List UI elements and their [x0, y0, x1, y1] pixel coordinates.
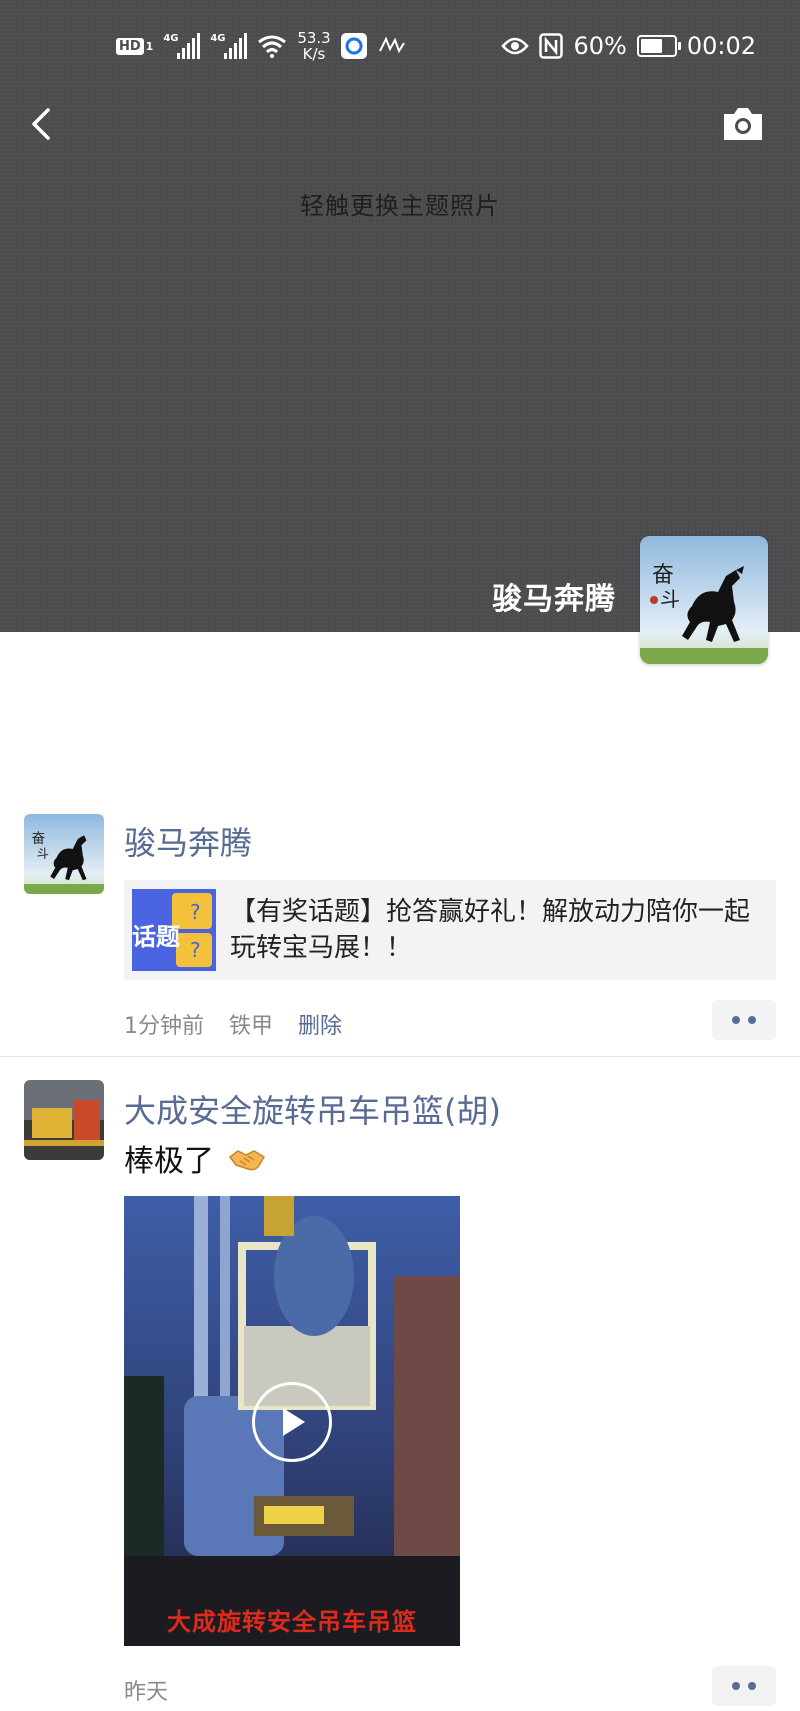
share-thumbnail: ? ? 话题	[132, 889, 216, 971]
post-avatar[interactable]: 奋 斗	[24, 814, 104, 894]
svg-text:斗: 斗	[660, 587, 680, 611]
svg-text:?: ?	[190, 900, 201, 924]
play-icon	[283, 1408, 305, 1436]
post-text-content: 棒极了	[124, 1144, 214, 1179]
signal-icon: 4G	[210, 33, 248, 59]
post-divider	[0, 1056, 800, 1057]
share-thumb-text: 话题	[132, 923, 180, 951]
post-author[interactable]: 大成安全旋转吊车吊篮(胡)	[124, 1086, 501, 1132]
delete-link[interactable]: 删除	[298, 1014, 342, 1039]
battery-percent: 60%	[573, 32, 627, 60]
status-left: HD 1 4G 4G 53.3 K/s	[116, 26, 407, 66]
hd-indicator: HD 1	[116, 37, 154, 55]
speed-unit: K/s	[302, 45, 326, 63]
post-avatar[interactable]	[24, 1080, 104, 1160]
shared-link-card[interactable]: ? ? 话题 【有奖话题】抢答赢好礼！解放动力陪你一起玩转宝马展！！	[124, 880, 776, 980]
wifi-icon	[258, 35, 287, 58]
svg-text:斗: 斗	[37, 846, 50, 861]
hd-label: HD	[116, 37, 144, 55]
nfc-icon	[539, 33, 564, 59]
post-author[interactable]: 骏马奔腾	[124, 818, 252, 864]
eye-comfort-icon	[501, 37, 530, 55]
handshake-emoji-icon	[228, 1150, 265, 1171]
status-bar: HD 1 4G 4G 53.3 K/s 60% 00:02	[0, 0, 800, 92]
sim-number: 1	[145, 39, 154, 53]
back-button[interactable]	[24, 100, 60, 148]
profile-avatar[interactable]: 奋 斗	[640, 536, 768, 664]
svg-text:奋: 奋	[32, 831, 46, 847]
battery-icon	[636, 35, 681, 57]
post-actions-button[interactable]	[712, 1000, 776, 1040]
chevron-left-icon	[32, 108, 50, 140]
svg-text:奋: 奋	[652, 563, 674, 588]
camera-icon	[724, 108, 762, 140]
post-time: 昨天	[124, 1680, 169, 1705]
post-meta: 1分钟前 铁甲 删除	[124, 1008, 360, 1040]
horse-avatar-image: 奋 斗	[640, 536, 768, 664]
post-text: 棒极了	[124, 1136, 266, 1180]
post-meta: 昨天	[124, 1674, 186, 1706]
post-time: 1分钟前	[124, 1014, 204, 1039]
app-notification-icon	[340, 33, 367, 59]
play-button[interactable]	[252, 1382, 332, 1462]
crane-avatar-image	[24, 1080, 104, 1160]
profile-name: 骏马奔腾	[492, 582, 616, 617]
video-thumbnail[interactable]: 大成旋转安全吊车吊篮	[124, 1196, 460, 1646]
post-actions-button[interactable]	[712, 1666, 776, 1706]
svg-text:?: ?	[190, 938, 201, 962]
change-cover-hint[interactable]: 轻触更换主题照片	[0, 186, 800, 221]
signal-icon: 4G	[163, 33, 201, 59]
moments-page: HD 1 4G 4G 53.3 K/s 60% 00:02 轻触更换主题照片 骏…	[0, 0, 800, 1711]
clock: 00:02	[686, 32, 756, 60]
study-app-icon	[378, 36, 405, 54]
horse-avatar-image: 奋 斗	[24, 814, 104, 894]
status-right: 60% 00:02	[501, 26, 756, 66]
network-type-label: 4G	[210, 33, 226, 44]
video-caption: 大成旋转安全吊车吊篮	[167, 1608, 417, 1636]
camera-button[interactable]	[720, 104, 766, 144]
network-type-label: 4G	[163, 33, 179, 44]
network-speed: 53.3 K/s	[297, 30, 330, 62]
post-source[interactable]: 铁甲	[229, 1014, 273, 1039]
share-title: 【有奖话题】抢答赢好礼！解放动力陪你一起玩转宝马展！！	[230, 897, 751, 963]
